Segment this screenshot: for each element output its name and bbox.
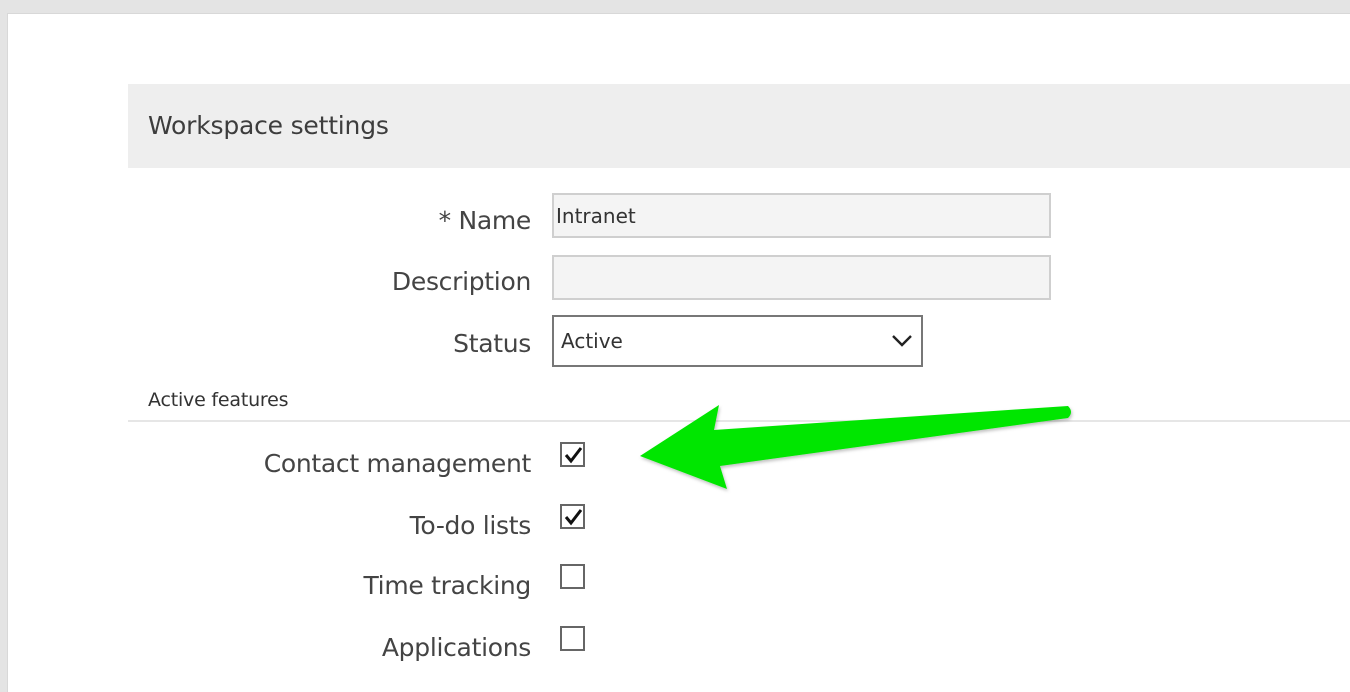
feature-label-todo-lists: To-do lists [409, 511, 532, 540]
divider [128, 420, 1350, 422]
checkbox-applications[interactable] [560, 626, 585, 651]
status-select[interactable]: Active [552, 315, 923, 367]
feature-label-contact-management: Contact management [263, 449, 532, 478]
status-select-value: Active [561, 329, 623, 353]
description-label: Description [391, 267, 531, 296]
name-label: * Name [438, 206, 532, 235]
active-features-heading: Active features [148, 389, 289, 411]
name-input[interactable] [552, 193, 1051, 238]
checkbox-contact-management[interactable] [560, 442, 585, 467]
section-title: Workspace settings [148, 111, 389, 140]
checkmark-icon [564, 447, 583, 464]
feature-label-time-tracking: Time tracking [363, 571, 531, 600]
status-label: Status [453, 329, 531, 358]
checkmark-icon [564, 509, 583, 526]
checkbox-time-tracking[interactable] [560, 564, 585, 589]
description-input[interactable] [552, 255, 1051, 300]
chevron-down-icon [891, 329, 913, 351]
feature-label-applications: Applications [381, 633, 531, 662]
checkbox-todo-lists[interactable] [560, 504, 585, 529]
